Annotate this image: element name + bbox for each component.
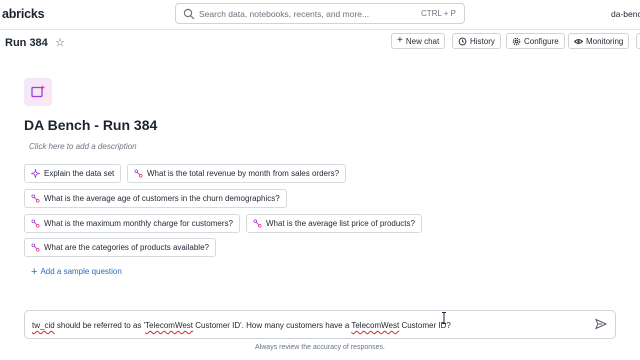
workspace-name[interactable]: da-benc xyxy=(611,9,640,19)
sample-question-icon xyxy=(31,243,40,252)
configure-label: Configure xyxy=(524,36,559,46)
plus-icon: + xyxy=(397,35,403,46)
sample-question-4[interactable]: What is the average list price of produc… xyxy=(246,214,422,233)
space-title: DA Bench - Run 384 xyxy=(24,117,158,133)
search-shortcut: CTRL + P xyxy=(420,9,456,18)
sample-explain-data[interactable]: Explain the data set xyxy=(24,164,122,183)
gear-icon xyxy=(512,37,521,45)
sample-question-icon xyxy=(31,194,40,203)
chat-input[interactable]: tw_cid should be referred to as 'Telecom… xyxy=(24,310,616,339)
chip-label: What is the average age of customers in … xyxy=(44,194,280,203)
disclaimer-text: Always review the accuracy of responses. xyxy=(255,344,385,351)
send-icon[interactable] xyxy=(595,318,607,330)
chip-label: What is the average list price of produc… xyxy=(266,219,415,228)
chat-text-part: should be referred to as ' xyxy=(54,321,146,330)
brand-logo[interactable]: abricks xyxy=(2,7,45,21)
star-icon[interactable]: ☆ xyxy=(55,36,65,49)
add-sample-question-link[interactable]: + Add a sample question xyxy=(31,265,122,278)
monitoring-label: Monitoring xyxy=(586,36,624,46)
global-search[interactable]: Search data, notebooks, recents, and mor… xyxy=(175,3,465,24)
chip-label: What is the maximum monthly charge for c… xyxy=(44,219,233,228)
search-icon xyxy=(183,8,195,20)
search-placeholder: Search data, notebooks, recents, and mor… xyxy=(199,9,370,19)
text-cursor-icon xyxy=(442,312,446,324)
sample-question-1[interactable]: What is the total revenue by month from … xyxy=(127,164,347,183)
space-logo xyxy=(24,78,52,106)
chat-sparkle-icon xyxy=(31,85,45,98)
new-chat-label: New chat xyxy=(405,36,440,46)
new-chat-button[interactable]: + New chat xyxy=(391,33,446,49)
sample-question-icon xyxy=(31,219,40,228)
sparkle-icon xyxy=(31,169,40,178)
sample-question-3[interactable]: What is the maximum monthly charge for c… xyxy=(24,214,240,233)
history-label: History xyxy=(470,36,495,46)
sample-question-5[interactable]: What are the categories of products avai… xyxy=(24,238,216,257)
misspelled-word: tw_cid xyxy=(32,321,55,330)
run-title: Run 384 xyxy=(5,37,48,49)
sample-question-icon xyxy=(134,169,143,178)
top-bar: abricks Search data, notebooks, recents,… xyxy=(0,0,640,30)
monitoring-button[interactable]: Monitoring xyxy=(568,33,630,49)
description-placeholder[interactable]: Click here to add a description xyxy=(29,142,137,151)
eye-icon xyxy=(574,38,583,44)
history-button[interactable]: History xyxy=(452,33,501,49)
misspelled-word: TelecomWest xyxy=(145,321,194,330)
chip-label: What is the total revenue by month from … xyxy=(147,169,340,178)
add-sample-question-label: Add a sample question xyxy=(40,267,122,276)
plus-icon: + xyxy=(31,265,38,278)
history-icon xyxy=(458,37,467,45)
chat-text-part: Customer ID'. How many customers have a xyxy=(193,321,352,330)
chip-label: Explain the data set xyxy=(44,169,115,178)
sample-question-icon xyxy=(253,219,262,228)
chat-input-text: tw_cid should be referred to as 'Telecom… xyxy=(32,321,451,330)
chip-label: What are the categories of products avai… xyxy=(44,243,209,252)
misspelled-word: TelecomWest xyxy=(351,321,400,330)
overflow-button[interactable] xyxy=(636,33,640,49)
sample-question-2[interactable]: What is the average age of customers in … xyxy=(24,189,287,208)
configure-button[interactable]: Configure xyxy=(506,33,565,49)
